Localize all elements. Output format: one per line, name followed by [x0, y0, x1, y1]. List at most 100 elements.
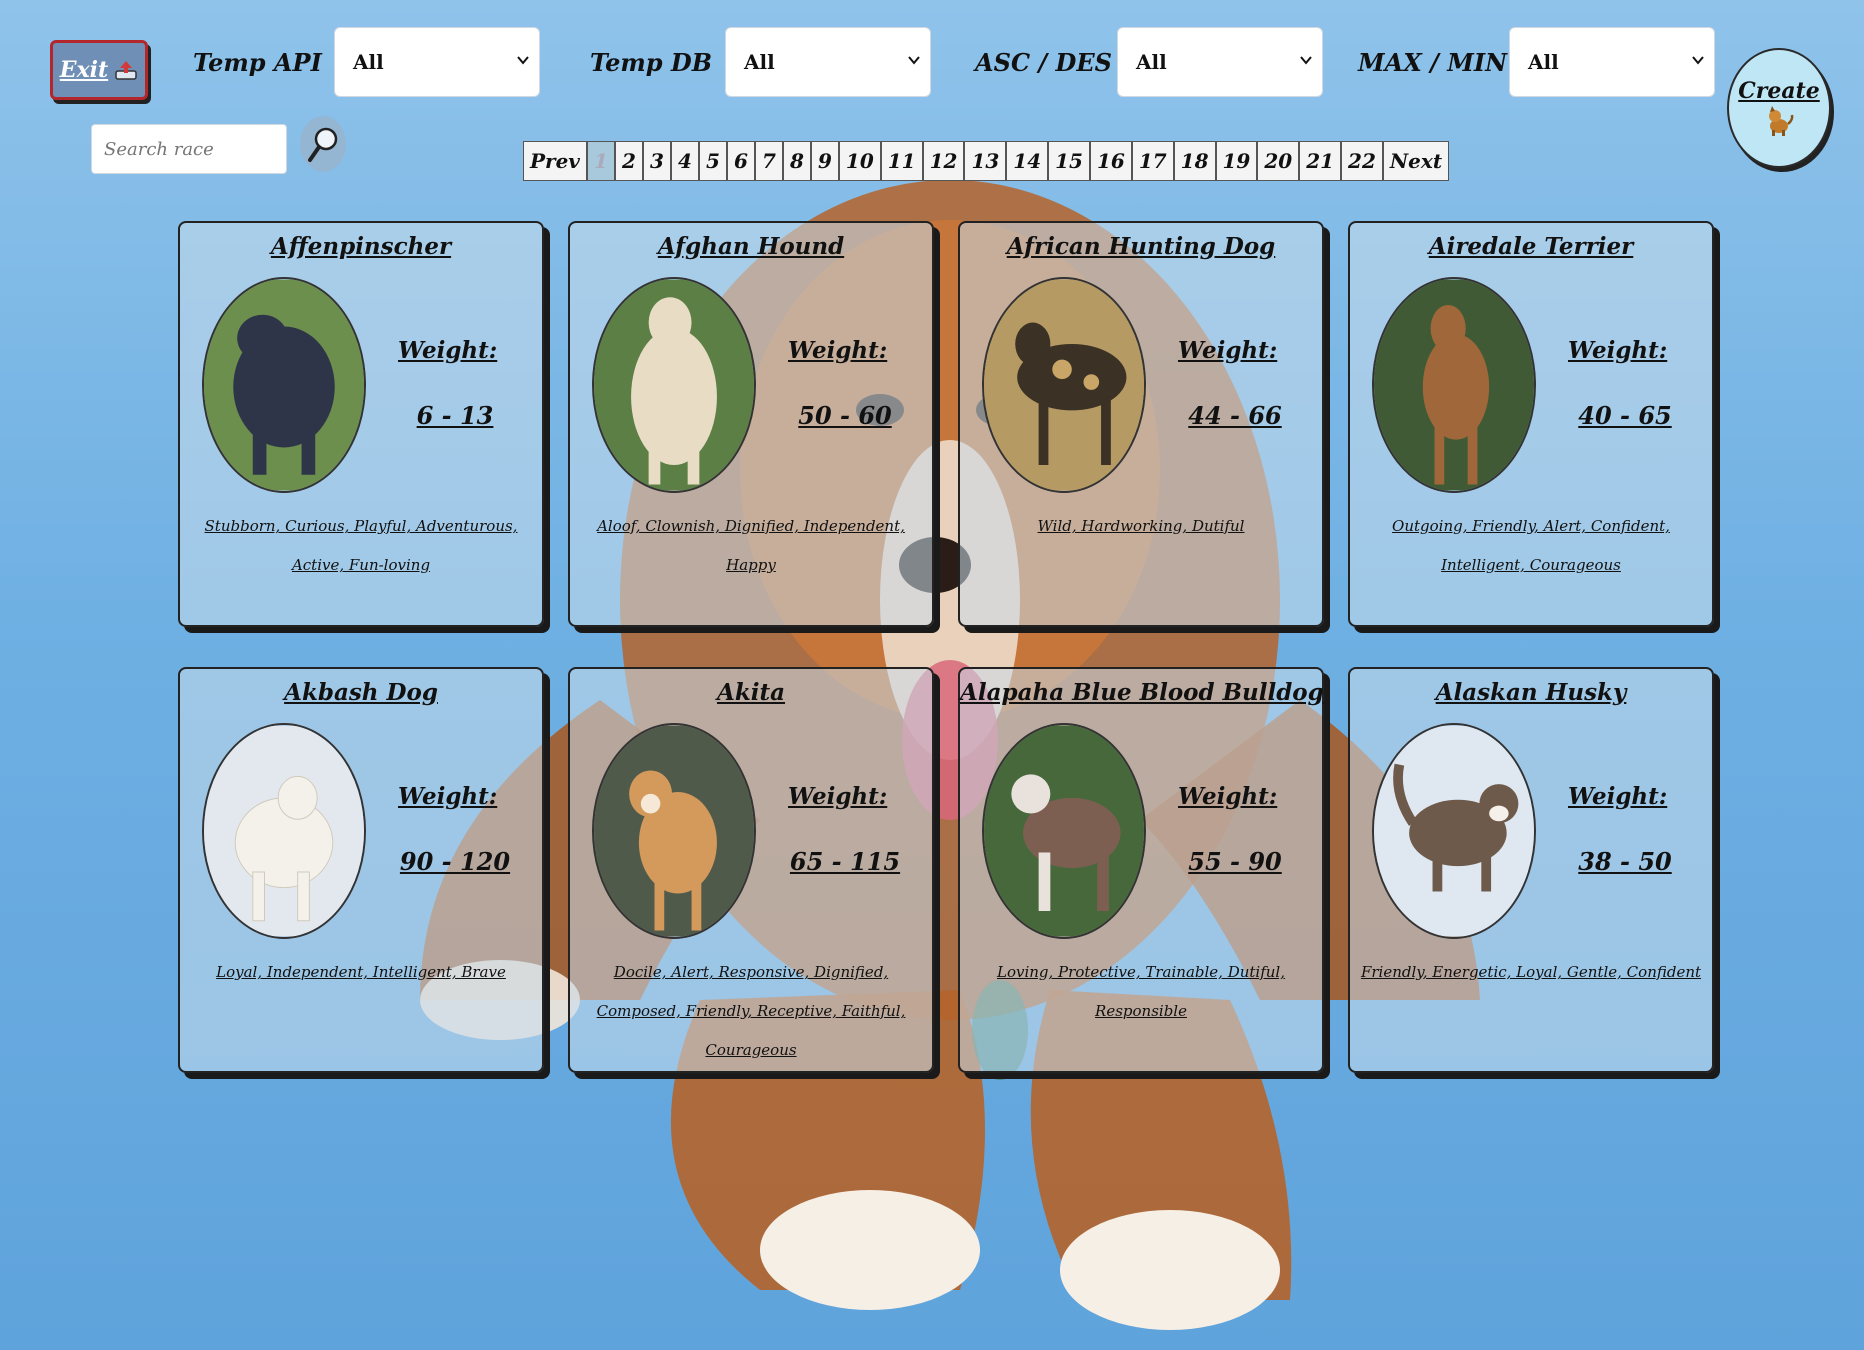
breed-name: Afghan Hound	[657, 233, 845, 260]
weight-label: Weight:	[788, 783, 888, 810]
page-button[interactable]: 19	[1215, 141, 1258, 181]
breed-name: Alaskan Husky	[1435, 679, 1627, 706]
page-button[interactable]: 9	[810, 141, 839, 181]
prev-button[interactable]: Prev	[523, 141, 587, 181]
breed-photo	[1372, 723, 1536, 939]
temperament-text: Outgoing, Friendly, Alert, Confident, In…	[1392, 517, 1670, 574]
breed-card[interactable]: Akita Weight: 65 - 115 Docile, Alert, Re…	[568, 667, 934, 1073]
page-button[interactable]: 1	[586, 141, 615, 181]
page-button[interactable]: 11	[880, 141, 923, 181]
weight-label: Weight:	[1178, 783, 1278, 810]
page-button[interactable]: 22	[1341, 141, 1383, 181]
temperament-text: Stubborn, Curious, Playful, Adventurous,…	[204, 517, 518, 574]
max-min-value: All	[1528, 50, 1559, 74]
weight-value: 90 - 120	[399, 847, 511, 876]
dog-photo-icon	[1374, 279, 1534, 491]
breed-card[interactable]: Afghan Hound Weight: 50 - 60 Aloof, Clow…	[568, 221, 934, 627]
dog-photo-icon	[984, 279, 1144, 491]
breed-card[interactable]: Alaskan Husky Weight: 38 - 50 Friendly, …	[1348, 667, 1714, 1073]
exit-label: Exit	[59, 57, 109, 83]
dog-photo-icon	[1374, 725, 1534, 937]
temperament-text: Friendly, Energetic, Loyal, Gentle, Conf…	[1360, 963, 1702, 981]
page-button[interactable]: 21	[1299, 141, 1342, 181]
breed-name: Alapaha Blue Blood Bulldog	[960, 679, 1324, 706]
filter-label-asc-des: ASC / DES	[975, 48, 1112, 77]
weight-value: 55 - 90	[1188, 847, 1282, 876]
temperament-text: Aloof, Clownish, Dignified, Independent,…	[597, 517, 905, 574]
page-button[interactable]: 13	[964, 141, 1007, 181]
next-button[interactable]: Next	[1382, 141, 1450, 181]
page-button[interactable]: 2	[614, 141, 643, 181]
page-button[interactable]: 7	[754, 141, 783, 181]
temp-db-select[interactable]: All	[725, 27, 931, 97]
page-button[interactable]: 3	[642, 141, 671, 181]
temperament-text: Docile, Alert, Responsive, Dignified, Co…	[596, 963, 906, 1059]
breed-name: Akbash Dog	[284, 679, 438, 706]
chevron-down-icon	[1692, 56, 1704, 65]
page-button[interactable]: 6	[726, 141, 755, 181]
temperament-text: Loving, Protective, Trainable, Dutiful, …	[997, 963, 1285, 1020]
dog-photo-icon	[204, 725, 364, 937]
exit-button[interactable]: Exit	[50, 40, 148, 100]
asc-des-value: All	[1136, 50, 1167, 74]
asc-des-select[interactable]: All	[1117, 27, 1323, 97]
breed-photo	[982, 723, 1146, 939]
dog-icon	[1769, 106, 1794, 136]
temperament-text: Wild, Hardworking, Dutiful	[1037, 517, 1245, 535]
pagination: Prev 1 2 3 4 5 6 7 8 9 10 11 12 13 14 15…	[523, 141, 1450, 181]
weight-label: Weight:	[1568, 783, 1668, 810]
breed-card[interactable]: Alapaha Blue Blood Bulldog Weight: 55 - …	[958, 667, 1324, 1073]
breed-name: Airedale Terrier	[1428, 233, 1634, 260]
temperament-text: Loyal, Independent, Intelligent, Brave	[216, 963, 506, 981]
chevron-down-icon	[517, 56, 529, 65]
temp-api-value: All	[353, 50, 384, 74]
weight-value: 65 - 115	[789, 847, 901, 876]
breed-photo	[1372, 277, 1536, 493]
page-button[interactable]: 17	[1131, 141, 1174, 181]
dog-photo-icon	[204, 279, 364, 491]
search-button[interactable]	[300, 116, 346, 172]
breed-photo	[202, 723, 366, 939]
breed-name: African Hunting Dog	[1006, 233, 1276, 260]
page-button[interactable]: 4	[670, 141, 699, 181]
search-icon	[308, 127, 338, 162]
page-button[interactable]: 15	[1048, 141, 1090, 181]
chevron-down-icon	[1300, 56, 1312, 65]
chevron-down-icon	[908, 56, 920, 65]
breed-photo	[592, 277, 756, 493]
breed-card[interactable]: African Hunting Dog Weight: 44 - 66 Wild…	[958, 221, 1324, 627]
create-button[interactable]: Create	[1727, 48, 1831, 168]
create-label: Create	[1738, 78, 1820, 104]
breed-photo	[982, 277, 1146, 493]
filter-label-temp-api: Temp API	[193, 48, 322, 77]
breed-photo	[202, 277, 366, 493]
breed-card[interactable]: Airedale Terrier Weight: 40 - 65 Outgoin…	[1348, 221, 1714, 627]
weight-label: Weight:	[398, 783, 498, 810]
weight-value: 50 - 60	[798, 401, 892, 430]
page-button[interactable]: 8	[782, 141, 811, 181]
breed-card[interactable]: Affenpinscher Weight: 6 - 13 Stubborn, C…	[178, 221, 544, 627]
page-button[interactable]: 20	[1257, 141, 1300, 181]
filter-label-max-min: MAX / MIN	[1358, 48, 1508, 77]
exit-arrow-icon	[115, 61, 137, 80]
weight-value: 40 - 65	[1578, 401, 1672, 430]
breed-name: Akita	[716, 679, 786, 706]
page-button[interactable]: 12	[922, 141, 965, 181]
weight-value: 38 - 50	[1578, 847, 1672, 876]
page-button[interactable]: 5	[698, 141, 727, 181]
page-button[interactable]: 16	[1089, 141, 1132, 181]
weight-value: 44 - 66	[1188, 401, 1282, 430]
page-button[interactable]: 14	[1006, 141, 1049, 181]
search-input[interactable]	[91, 124, 287, 174]
dog-photo-icon	[594, 725, 754, 937]
breed-photo	[592, 723, 756, 939]
weight-label: Weight:	[788, 337, 888, 364]
breed-card[interactable]: Akbash Dog Weight: 90 - 120 Loyal, Indep…	[178, 667, 544, 1073]
temp-api-select[interactable]: All	[334, 27, 540, 97]
page-button[interactable]: 10	[838, 141, 881, 181]
weight-label: Weight:	[1178, 337, 1278, 364]
max-min-select[interactable]: All	[1509, 27, 1715, 97]
weight-value: 6 - 13	[416, 401, 494, 430]
page-button[interactable]: 18	[1173, 141, 1216, 181]
dog-photo-icon	[594, 279, 754, 491]
